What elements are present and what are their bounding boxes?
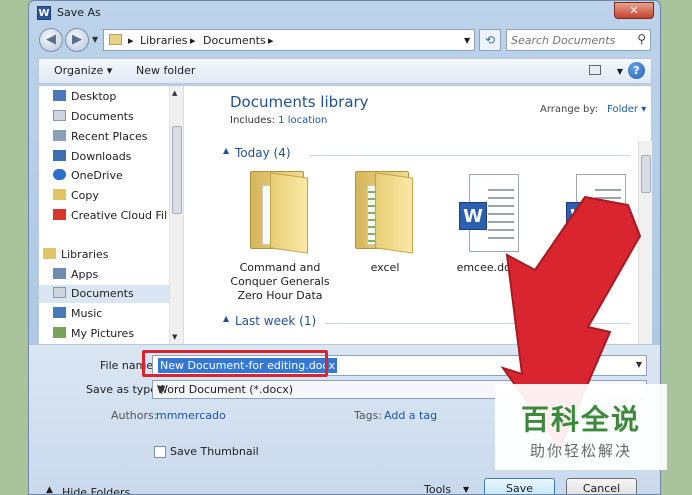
watermark-title: 百科全说 <box>520 403 641 436</box>
watermark-subtitle: 助你轻松解决 <box>529 442 632 460</box>
watermark: 百科全说 助你轻松解决 <box>495 384 667 470</box>
